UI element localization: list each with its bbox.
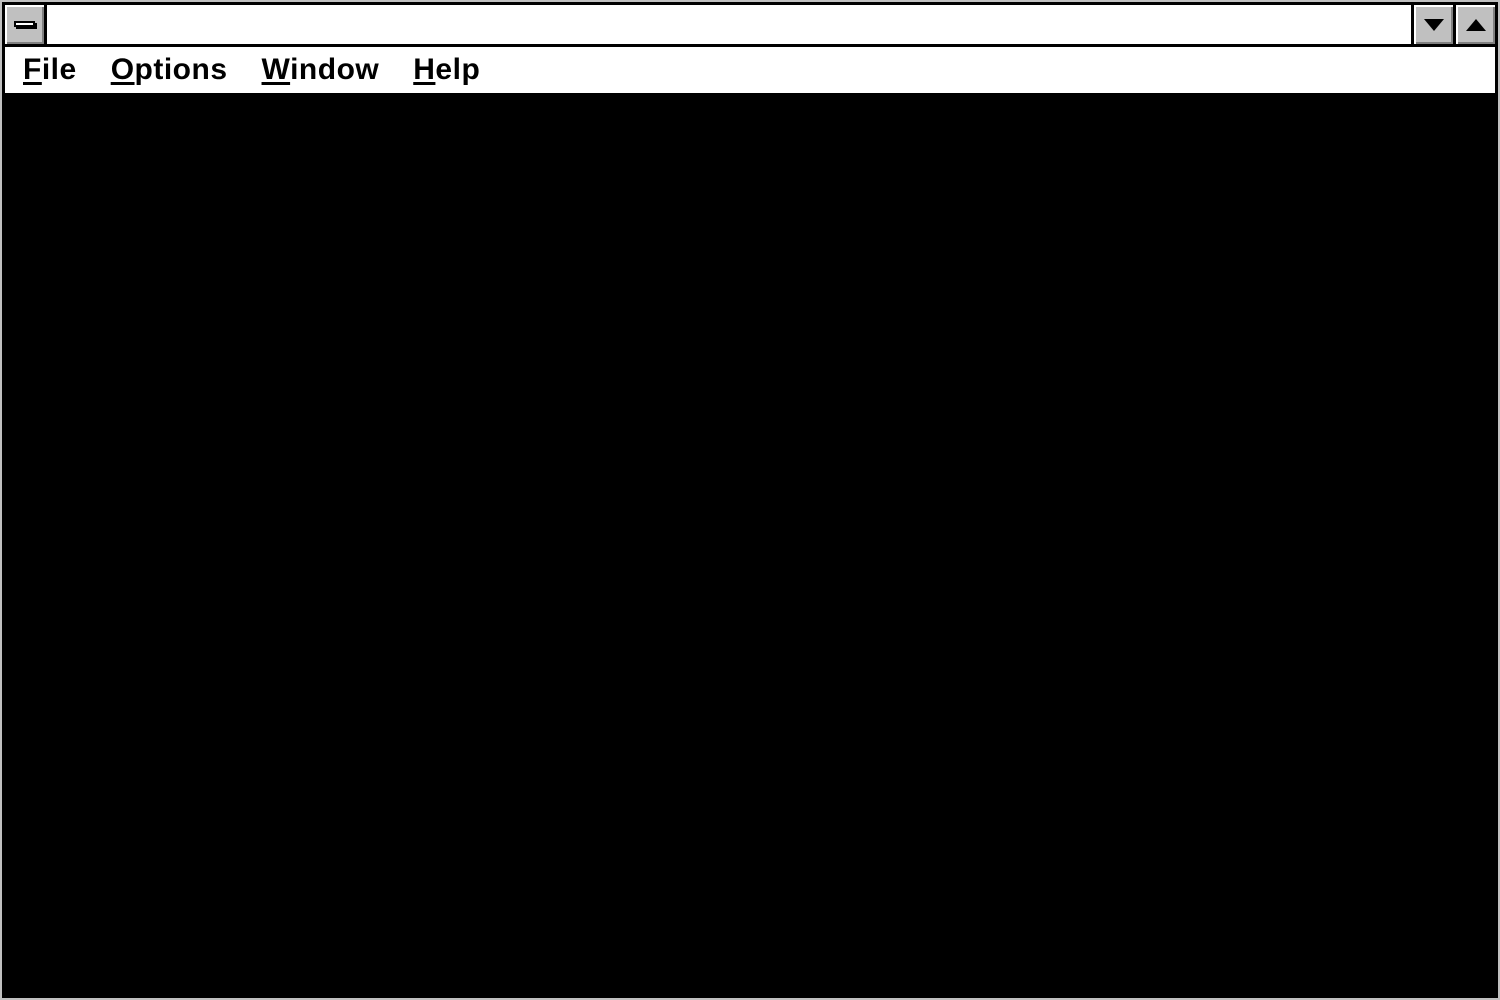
title-bar xyxy=(5,5,1495,47)
menu-help-accel: H xyxy=(413,53,435,86)
menu-help[interactable]: Help xyxy=(413,53,480,87)
maximize-restore-button[interactable] xyxy=(1453,5,1495,44)
arrow-down-icon xyxy=(1424,19,1444,31)
resize-handle-left[interactable] xyxy=(47,984,50,998)
menu-window[interactable]: Window xyxy=(262,53,380,87)
menu-bar: File Options Window Help xyxy=(5,47,1495,95)
menu-file-accel: F xyxy=(23,53,42,86)
menu-options-rest: ptions xyxy=(135,53,228,86)
system-menu-icon xyxy=(14,21,35,27)
resize-handle-right[interactable] xyxy=(1450,984,1453,998)
menu-window-accel: W xyxy=(262,53,291,86)
minimize-button[interactable] xyxy=(1411,5,1453,44)
arrow-up-icon xyxy=(1466,19,1486,31)
menu-window-rest: indow xyxy=(290,53,379,86)
menu-options-accel: O xyxy=(111,53,135,86)
system-menu-button[interactable] xyxy=(5,5,47,44)
menu-file-rest: ile xyxy=(42,53,77,86)
application-window: File Options Window Help xyxy=(2,2,1498,998)
window-title xyxy=(47,5,1411,44)
menu-help-rest: elp xyxy=(435,53,480,86)
menu-file[interactable]: File xyxy=(23,53,77,87)
client-area xyxy=(5,95,1495,995)
menu-options[interactable]: Options xyxy=(111,53,228,87)
